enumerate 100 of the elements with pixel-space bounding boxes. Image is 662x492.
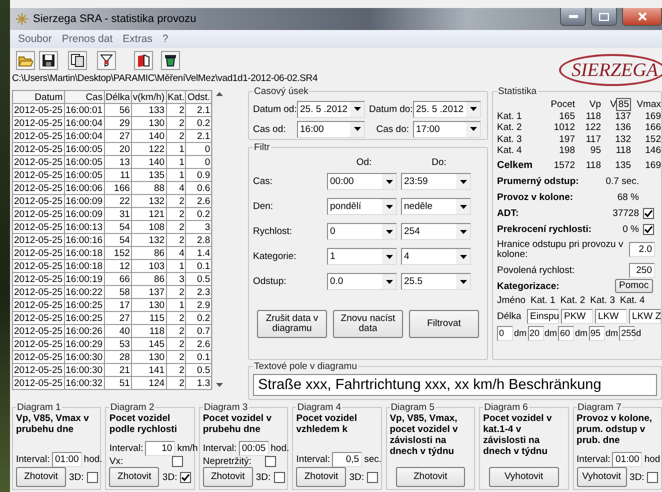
- group-title: Diagram 5: [390, 402, 436, 413]
- table-cell: 2012-05-25: [12, 324, 64, 338]
- number-field[interactable]: 250: [629, 262, 655, 278]
- create-button[interactable]: Zhotovit: [109, 467, 160, 487]
- checkbox[interactable]: [265, 456, 276, 467]
- date-dropdown[interactable]: 25. 5 .2012: [297, 100, 365, 118]
- checkbox[interactable]: [643, 224, 654, 235]
- field-label: 3D:: [349, 472, 364, 482]
- interval-field[interactable]: 01:00: [612, 452, 642, 467]
- diagram-description: Pocet vozidel vzhledem k: [296, 413, 358, 437]
- menu-item[interactable]: ?: [162, 33, 168, 45]
- save-icon[interactable]: [39, 50, 58, 70]
- create-button[interactable]: Zhotovit: [16, 467, 66, 487]
- length-field[interactable]: 95: [588, 326, 605, 340]
- create-button[interactable]: Vyhotovit: [576, 467, 627, 487]
- table-cell: 2012-05-25: [12, 338, 64, 350]
- name-field[interactable]: LKW Z: [629, 308, 661, 324]
- group-title: Diagram 1: [16, 402, 62, 413]
- column-header[interactable]: v(km/h): [131, 90, 166, 104]
- interval-field[interactable]: 10: [145, 441, 176, 456]
- action-button[interactable]: Znovu nacíst data: [333, 310, 403, 338]
- menu-item[interactable]: Extras: [122, 33, 152, 45]
- filter-dropdown[interactable]: 1: [327, 248, 397, 265]
- filter-dropdown[interactable]: 4: [401, 248, 471, 265]
- table-cell: 2012-05-25: [12, 234, 64, 246]
- length-field[interactable]: 20: [528, 326, 544, 340]
- scroll-down-icon[interactable]: [216, 383, 224, 387]
- column-header[interactable]: Kat.: [166, 90, 186, 104]
- interval-field[interactable]: 0,5: [332, 452, 362, 467]
- table-cell: 27: [104, 312, 132, 324]
- table-cell: 2012-05-25: [12, 130, 64, 142]
- close-button[interactable]: [622, 8, 662, 26]
- name-field[interactable]: Einspu: [527, 308, 559, 324]
- name-field[interactable]: LKW: [595, 308, 627, 324]
- table-cell: 2: [166, 130, 186, 142]
- table-cell: 2012-05-25: [12, 298, 64, 312]
- menu-item[interactable]: Soubor: [18, 33, 52, 45]
- length-field[interactable]: 60: [558, 326, 574, 340]
- create-button[interactable]: Zhotovit: [202, 467, 253, 487]
- open-folder-icon[interactable]: [16, 50, 35, 70]
- checkbox[interactable]: [274, 472, 285, 482]
- caret-icon: [460, 230, 466, 234]
- length-field[interactable]: 255: [619, 326, 636, 340]
- column-header[interactable]: Datum: [12, 90, 64, 104]
- column-header[interactable]: Cas: [64, 90, 104, 104]
- book-icon[interactable]: [134, 50, 153, 70]
- number-field[interactable]: 2.0: [629, 242, 655, 257]
- time-dropdown[interactable]: 16:00: [297, 120, 365, 138]
- filter-dropdown[interactable]: neděle: [401, 198, 471, 215]
- filter-dropdown[interactable]: 00:00: [327, 173, 397, 190]
- column-header[interactable]: Délka: [104, 90, 132, 104]
- unit-label: dm: [514, 328, 527, 338]
- stat-value: 136: [614, 122, 631, 134]
- action-button[interactable]: Zrušit data v diagramu: [257, 310, 327, 338]
- filter-dropdown[interactable]: pondělí: [327, 198, 397, 215]
- table-cell: 152: [104, 246, 132, 260]
- date-dropdown[interactable]: 25. 5 .2012: [413, 100, 481, 118]
- help-button[interactable]: Pomoc: [615, 279, 653, 293]
- checkbox[interactable]: [367, 472, 378, 482]
- stat-value: 122: [584, 122, 601, 134]
- stat-value: 0 %: [622, 224, 639, 235]
- copy-icon[interactable]: [68, 50, 87, 70]
- checkbox[interactable]: [643, 208, 654, 219]
- filter-dropdown[interactable]: 0.0: [327, 273, 397, 290]
- trash-icon[interactable]: [161, 50, 180, 70]
- filter-dropdown[interactable]: 254: [401, 223, 471, 240]
- table-cell: 130: [131, 116, 166, 130]
- caret-icon: [470, 107, 476, 111]
- length-field[interactable]: 0: [497, 326, 513, 340]
- category-label: Kat. 3: [590, 295, 615, 306]
- filter-dropdown[interactable]: 0: [327, 223, 397, 240]
- field-label: Odstup:: [253, 276, 288, 287]
- checkbox[interactable]: [647, 472, 658, 482]
- table-cell: 22: [104, 194, 132, 208]
- stat-value: 1012: [552, 122, 575, 134]
- checkbox[interactable]: [172, 456, 183, 467]
- maximize-button[interactable]: [591, 8, 617, 26]
- stat-value: 95: [589, 145, 601, 156]
- minimize-button[interactable]: [560, 8, 586, 26]
- caret-icon: [386, 230, 392, 234]
- create-button[interactable]: Zhotovit: [396, 467, 466, 487]
- checkbox[interactable]: [86, 472, 98, 482]
- scroll-up-icon[interactable]: [216, 92, 224, 96]
- filter-dropdown[interactable]: 25.5: [401, 273, 471, 290]
- filter-dropdown[interactable]: 23:59: [401, 173, 471, 190]
- interval-field[interactable]: 00:05: [238, 441, 269, 456]
- filter-icon[interactable]: [97, 50, 116, 70]
- interval-field[interactable]: 01:00: [52, 452, 82, 467]
- table-cell: 140: [131, 130, 166, 142]
- column-header[interactable]: Odst.: [186, 90, 212, 104]
- time-dropdown[interactable]: 17:00: [413, 120, 481, 138]
- menu-item[interactable]: Prenos dat: [62, 33, 113, 45]
- create-button[interactable]: Vyhotovit: [489, 467, 559, 487]
- create-button[interactable]: Zhotovit: [296, 467, 346, 487]
- table-cell: 132: [131, 234, 166, 246]
- checkbox[interactable]: [180, 472, 192, 482]
- name-field[interactable]: PKW: [561, 308, 593, 324]
- diagram-text-field[interactable]: Straße xxx, Fahrtrichtung xxx, xx km/h Beschränkung: [253, 374, 657, 396]
- action-button[interactable]: Filtrovat: [409, 310, 479, 338]
- table-cell: 1: [166, 142, 186, 156]
